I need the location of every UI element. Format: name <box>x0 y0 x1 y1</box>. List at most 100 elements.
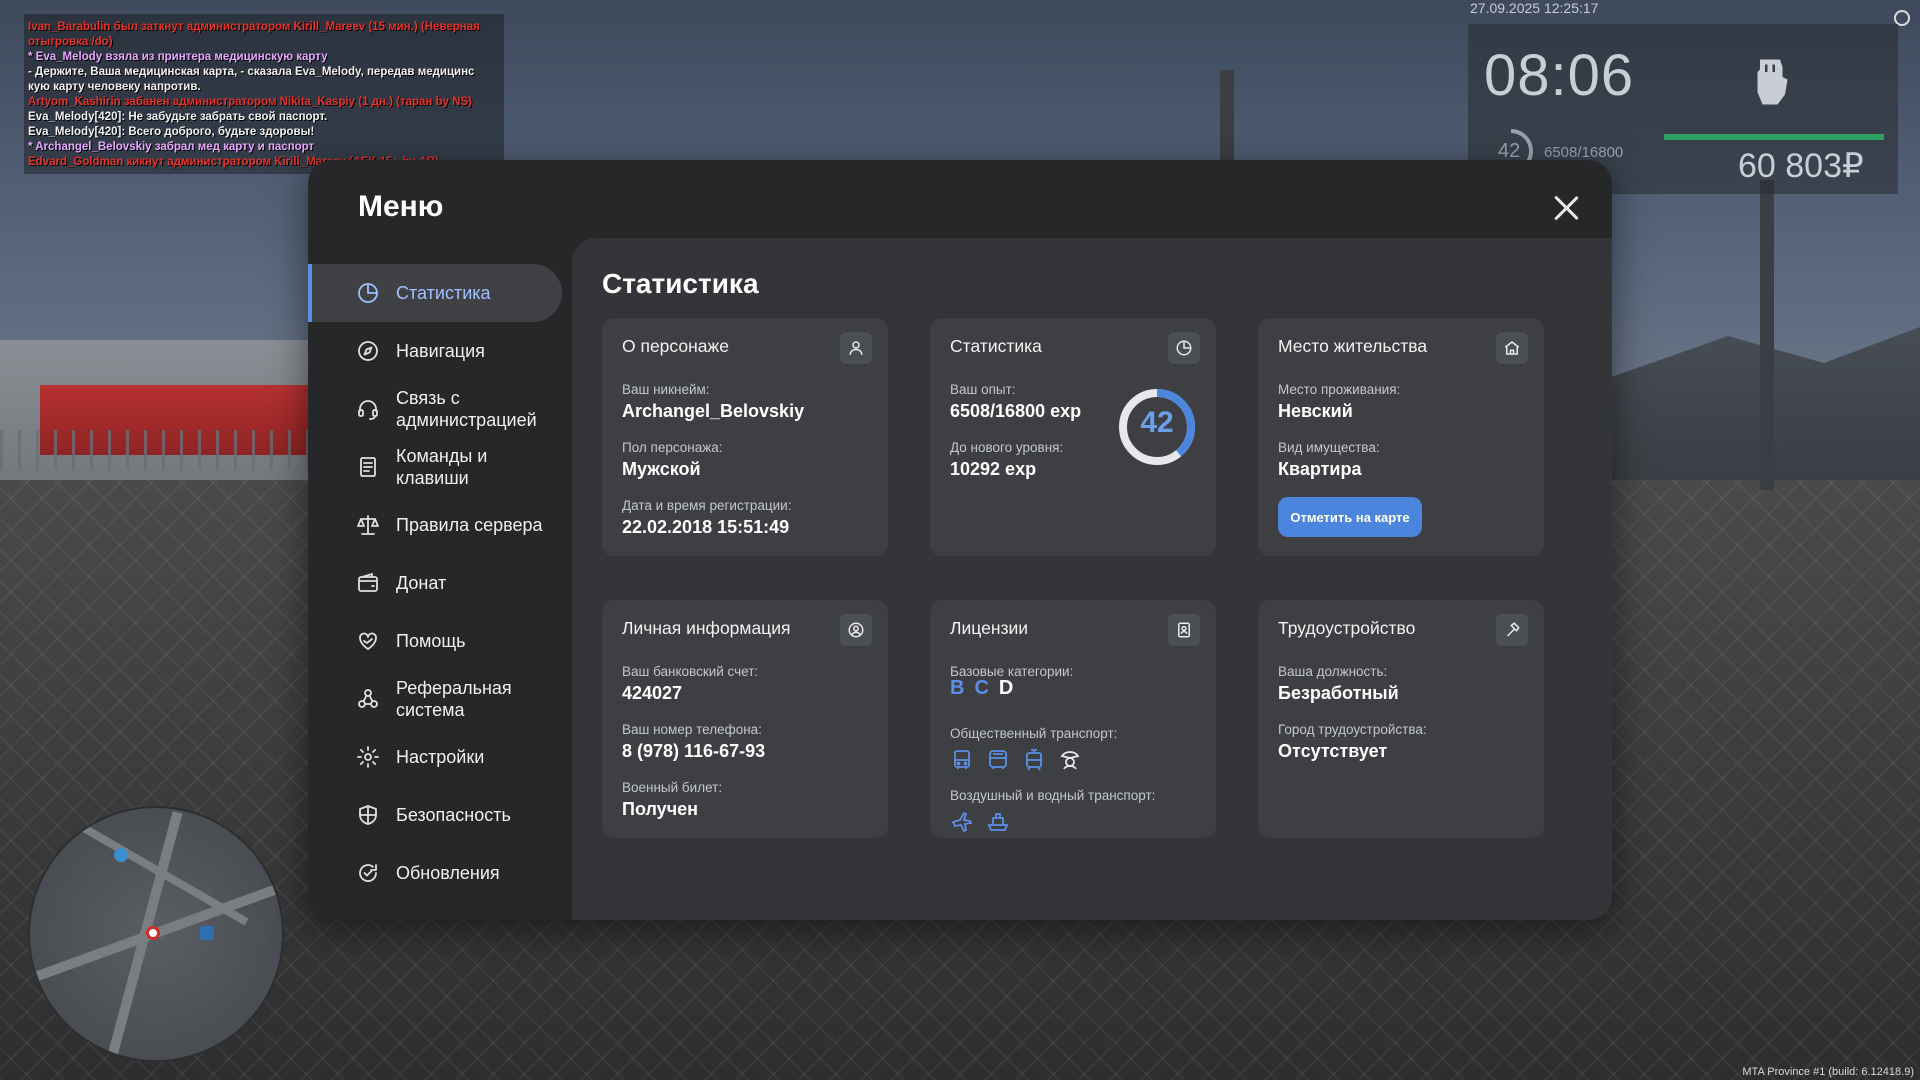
sidebar-item-settings[interactable]: Настройки <box>308 728 570 786</box>
version-label: MTA Province #1 (build: 6.12418.9) <box>1742 1066 1914 1078</box>
license-category: C <box>974 677 989 699</box>
chat-line: отыгровка /do) <box>28 36 113 48</box>
menu-title: Меню <box>358 190 444 223</box>
mark-on-map-button[interactable]: Отметить на карте <box>1278 497 1422 537</box>
hud-time: 08:06 <box>1484 43 1635 108</box>
sidebar-item-label: Связь с администрацией <box>396 388 537 430</box>
nick-label: Ваш никнейм: <box>622 382 710 397</box>
sidebar: Статистика Навигация Связь с администрацие… <box>308 264 570 902</box>
tram-icon <box>1026 749 1042 771</box>
personal-card: Личная информация Ваш банковский счет: 4… <box>602 600 888 838</box>
refresh-check-icon <box>356 861 380 885</box>
sidebar-item-label: Правила сервера <box>396 514 543 535</box>
sidebar-item-label: Помощь <box>396 630 466 651</box>
reg-value: 22.02.2018 15:51:49 <box>622 517 790 537</box>
hud-money: 60 803₽ <box>1738 147 1864 185</box>
residence-card: Место жительства Место проживания: Невск… <box>1258 318 1544 556</box>
air-water-transport-label: Воздушный и водный транспорт: <box>950 788 1156 803</box>
fist-icon <box>1740 52 1800 112</box>
hud-date: 27.09.2025 12:25:17 <box>1470 0 1599 16</box>
sidebar-item-label: Команды и клавиши <box>396 446 488 488</box>
sidebar-item-security[interactable]: Безопасность <box>308 786 570 844</box>
sidebar-item-label: Безопасность <box>396 804 511 825</box>
employment-card: Трудоустройство Ваша должность: Безработ… <box>1258 600 1544 838</box>
player-marker-icon <box>146 926 160 940</box>
license-category: D <box>998 677 1014 699</box>
compass-icon <box>356 339 380 363</box>
military-value: Получен <box>622 799 699 819</box>
clock-pie-icon[interactable] <box>1168 332 1200 364</box>
statistics-card: Статистика Ваш опыт: 6508/16800 exp До н… <box>930 318 1216 556</box>
sidebar-item-donate[interactable]: Донат <box>308 554 570 612</box>
sidebar-item-label: Донат <box>396 572 447 593</box>
card-title: Лицензии <box>950 618 1029 638</box>
sidebar-item-label: Обновления <box>396 862 500 883</box>
bank-label: Ваш банковский счет: <box>622 664 759 679</box>
chat-line: Artyom_Kashirin забанен администратором … <box>28 96 472 108</box>
sidebar-item-label: Навигация <box>396 340 485 361</box>
heart-hand-icon <box>356 629 380 653</box>
shield-icon <box>356 803 380 827</box>
sidebar-item-rules[interactable]: Правила сервера <box>308 496 570 554</box>
card-title: Личная информация <box>622 618 791 638</box>
referral-icon <box>356 687 380 711</box>
property-label: Вид имущества: <box>1278 440 1380 455</box>
wallet-icon <box>356 571 380 595</box>
game-fence <box>0 430 310 470</box>
phone-label: Ваш номер телефона: <box>622 722 762 737</box>
character-card: О персонаже Ваш никнейм: Archangel_Belov… <box>602 318 888 556</box>
user-circle-icon[interactable] <box>840 614 872 646</box>
city-label: Город трудоустройства: <box>1278 722 1427 737</box>
sidebar-item-referral[interactable]: Реферальная система <box>308 670 570 728</box>
property-value: Квартира <box>1278 459 1362 479</box>
chat-line: - Держите, Ваша медицинская карта, - ска… <box>28 66 475 78</box>
sidebar-item-label: Статистика <box>396 282 491 303</box>
document-icon <box>356 455 380 479</box>
headset-icon <box>356 397 380 421</box>
chat-line: Ivan_Barabulin был заткнут администратор… <box>28 21 480 33</box>
card-title: Трудоустройство <box>1278 618 1416 638</box>
plane-icon <box>951 811 973 833</box>
gender-label: Пол персонажа: <box>622 440 723 455</box>
boat-icon <box>987 813 1009 831</box>
public-transport-icons <box>950 748 1082 772</box>
user-icon[interactable] <box>840 332 872 364</box>
license-card-icon[interactable] <box>1168 614 1200 646</box>
sidebar-item-help[interactable]: Помощь <box>308 612 570 670</box>
reg-label: Дата и время регистрации: <box>622 498 792 513</box>
close-button[interactable] <box>1548 190 1584 226</box>
menu-window: Меню Статистика Навигация Связь с админист… <box>308 160 1612 920</box>
hammer-icon[interactable] <box>1496 614 1528 646</box>
sidebar-item-navigation[interactable]: Навигация <box>308 322 570 380</box>
nick-value: Archangel_Belovskiy <box>622 401 805 421</box>
card-title: Место жительства <box>1278 336 1428 356</box>
sidebar-item-updates[interactable]: Обновления <box>308 844 570 902</box>
game-chat: Ivan_Barabulin был заткнут администратор… <box>24 14 504 174</box>
exp-label: Ваш опыт: <box>950 382 1016 397</box>
sidebar-item-stats[interactable]: Статистика <box>308 264 562 322</box>
next-level-label: До нового уровня: <box>950 440 1064 455</box>
city-value: Отсутствует <box>1278 741 1388 761</box>
house-icon[interactable] <box>1496 332 1528 364</box>
pie-chart-icon <box>356 281 380 305</box>
licenses-card: Лицензии Базовые категории: BCD Обществе… <box>930 600 1216 838</box>
minimap <box>28 806 284 1062</box>
bus-front-icon <box>989 750 1007 769</box>
sidebar-item-commands[interactable]: Команды и клавиши <box>308 438 570 496</box>
place-label: Место проживания: <box>1278 382 1401 397</box>
phone-value: 8 (978) 116-67-93 <box>622 741 766 761</box>
map-building-icon <box>200 926 214 940</box>
content-title: Статистика <box>602 268 759 299</box>
chat-line: * Archangel_Belovskiy забрал мед карту и… <box>28 141 315 153</box>
chat-line: кую карту человеку напротив. <box>28 81 201 93</box>
bank-value: 424027 <box>622 683 683 703</box>
map-marker-icon <box>114 848 128 862</box>
gender-value: Мужской <box>622 459 701 479</box>
position-label: Ваша должность: <box>1278 664 1388 679</box>
sidebar-item-admin[interactable]: Связь с администрацией <box>308 380 570 438</box>
position-value: Безработный <box>1278 683 1399 703</box>
public-transport-label: Общественный транспорт: <box>950 726 1118 741</box>
next-level-value: 10292 exp <box>950 459 1037 479</box>
chat-line: Eva_Melody[420]: Всего доброго, будьте з… <box>28 126 315 138</box>
level-number: 42 <box>1140 406 1174 439</box>
